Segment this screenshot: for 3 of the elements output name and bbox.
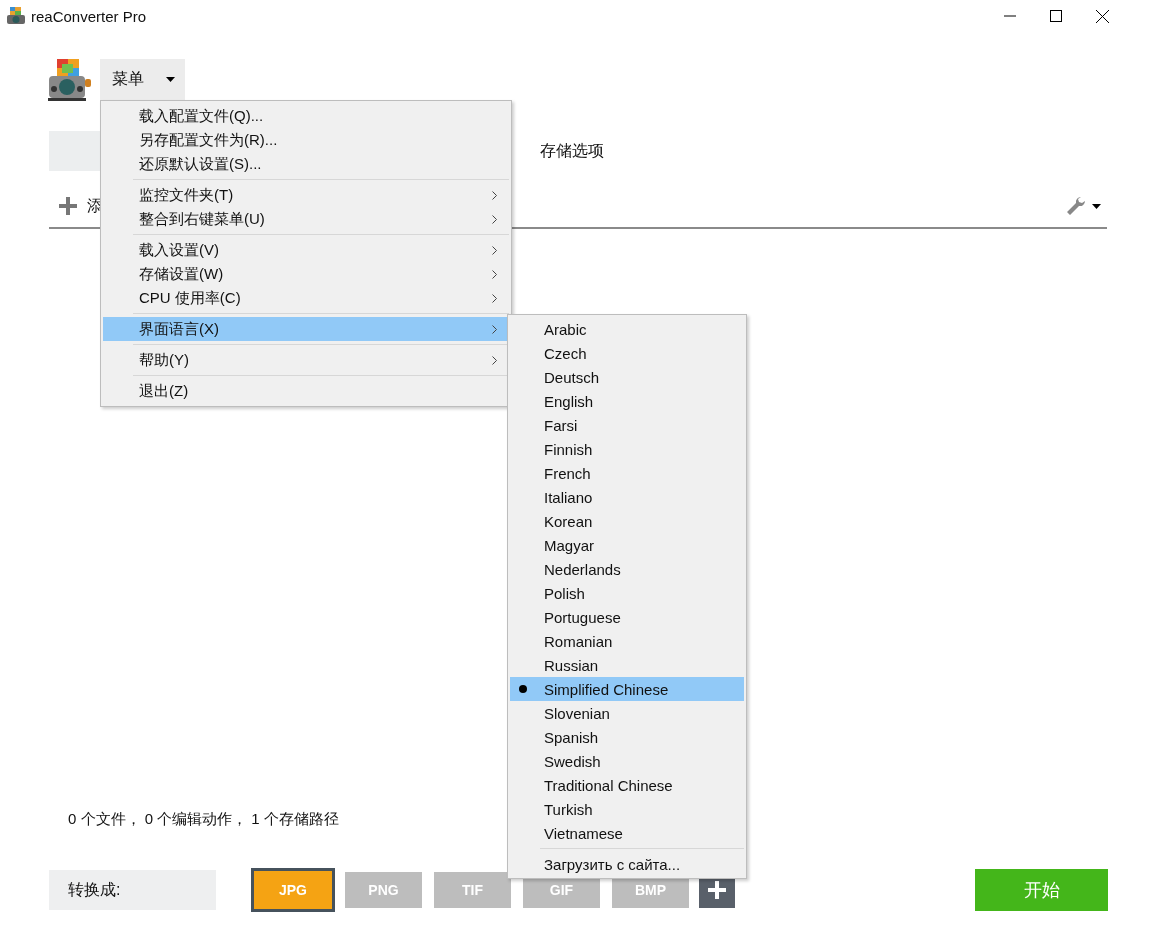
status-text: 0 个文件， 0 个编辑动作， 1 个存储路径 (68, 810, 340, 829)
convert-label: 转换成: (49, 870, 216, 910)
window-title: reaConverter Pro (31, 7, 147, 25)
